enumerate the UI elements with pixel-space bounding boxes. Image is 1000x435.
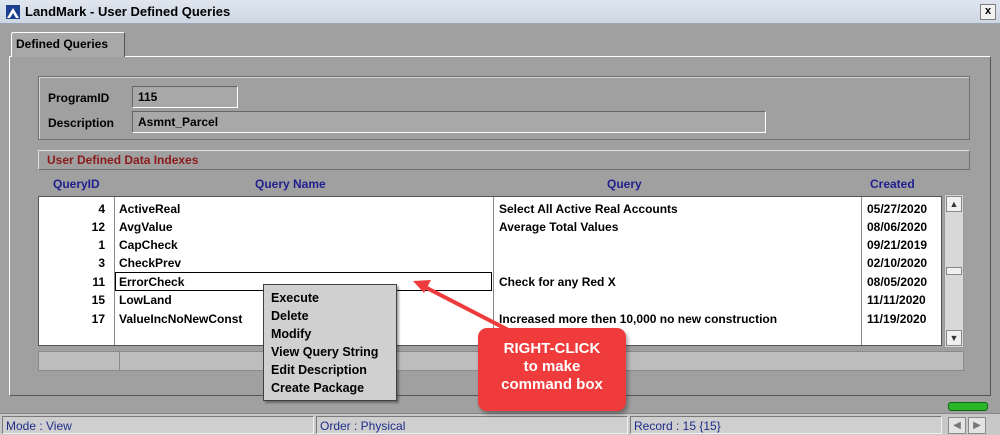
vertical-scrollbar[interactable]: ▲ ▼	[944, 194, 964, 348]
callout-line-3: command box	[501, 376, 603, 393]
cell-queryid: 17	[91, 312, 105, 326]
cell-queryid: 4	[98, 202, 105, 216]
cell-queryid: 12	[91, 220, 105, 234]
column-header-queryid[interactable]: QueryID	[53, 177, 100, 191]
table-row[interactable]: 15 LowLand 11/11/2020	[39, 291, 943, 309]
status-record: Record : 15 {15}	[630, 416, 942, 434]
menu-item-modify[interactable]: Modify	[264, 325, 396, 343]
landmark-app-icon	[6, 5, 20, 19]
cell-query-name: ActiveReal	[119, 202, 181, 216]
menu-item-execute[interactable]: Execute	[264, 289, 396, 307]
scroll-thumb[interactable]	[946, 267, 962, 275]
column-header-query[interactable]: Query	[607, 177, 642, 191]
menu-item-create-package[interactable]: Create Package	[264, 379, 396, 397]
description-field[interactable]: Asmnt_Parcel	[132, 111, 766, 133]
window-title: LandMark - User Defined Queries	[25, 4, 231, 19]
cell-query-name: CheckPrev	[119, 256, 182, 270]
status-indicator	[948, 402, 988, 411]
status-order: Order : Physical	[316, 416, 628, 434]
table-row-selected[interactable]: 11 ErrorCheck Check for any Red X 08/05/…	[39, 273, 943, 291]
cell-query	[497, 291, 859, 309]
table-row[interactable]: 1 CapCheck 09/21/2019	[39, 236, 943, 254]
callout-line-1: RIGHT-CLICK	[503, 340, 601, 357]
cell-queryid: 3	[98, 256, 105, 270]
cell-queryid: 1	[98, 238, 105, 252]
cell-queryid: 11	[92, 275, 105, 289]
cell-created: 02/10/2020	[867, 256, 928, 270]
table-row[interactable]: 4 ActiveReal Select All Active Real Acco…	[39, 200, 943, 218]
right-click-callout: RIGHT-CLICK to make command box	[478, 328, 626, 411]
title-bar: LandMark - User Defined Queries x	[0, 0, 1000, 24]
cell-query: Average Total Values	[499, 220, 619, 234]
cell-created: 11/11/2020	[867, 293, 926, 307]
tab-defined-queries[interactable]: Defined Queries	[11, 32, 125, 57]
table-row[interactable]: 3 CheckPrev 02/10/2020	[39, 254, 943, 272]
menu-item-edit-description[interactable]: Edit Description	[264, 361, 396, 379]
cell-created: 11/19/2020	[867, 312, 927, 326]
close-button[interactable]: x	[980, 4, 996, 20]
table-row[interactable]: 17 ValueIncNoNewConst Increased more the…	[39, 310, 943, 328]
cell-created: 08/05/2020	[867, 275, 928, 289]
cell-query-name: CapCheck	[119, 238, 178, 252]
callout-line-2: to make	[523, 358, 581, 375]
section-title: User Defined Data Indexes	[38, 150, 970, 170]
next-record-icon[interactable]: ▶	[968, 417, 986, 434]
status-mode: Mode : View	[2, 416, 314, 434]
menu-item-view-query-string[interactable]: View Query String	[264, 343, 396, 361]
cell-query	[497, 254, 859, 272]
description-label: Description	[48, 116, 115, 130]
menu-item-delete[interactable]: Delete	[264, 307, 396, 325]
column-header-query-name[interactable]: Query Name	[255, 177, 326, 191]
context-menu: Execute Delete Modify View Query String …	[263, 284, 397, 401]
cell-query: Increased more then 10,000 no new constr…	[499, 312, 778, 326]
program-id-label: ProgramID	[48, 91, 110, 105]
program-id-field[interactable]: 115	[132, 86, 238, 108]
cell-query: Select All Active Real Accounts	[499, 202, 678, 216]
cell-created: 08/06/2020	[867, 220, 928, 234]
scroll-down-icon[interactable]: ▼	[946, 330, 962, 346]
cell-queryid: 15	[91, 293, 105, 307]
scroll-up-icon[interactable]: ▲	[946, 196, 962, 212]
table-row[interactable]: 12 AvgValue Average Total Values 08/06/2…	[39, 218, 943, 236]
status-bar: Mode : View Order : Physical Record : 15…	[0, 413, 1000, 435]
column-header-created[interactable]: Created	[870, 177, 915, 191]
cell-query: Check for any Red X	[499, 275, 616, 289]
previous-record-icon[interactable]: ◀	[948, 417, 966, 434]
queries-grid[interactable]: 4 ActiveReal Select All Active Real Acco…	[38, 196, 942, 346]
cell-query-name: AvgValue	[119, 220, 173, 234]
cell-query	[497, 236, 859, 254]
cell-created: 05/27/2020	[867, 202, 928, 216]
cell-created: 09/21/2019	[867, 238, 928, 252]
